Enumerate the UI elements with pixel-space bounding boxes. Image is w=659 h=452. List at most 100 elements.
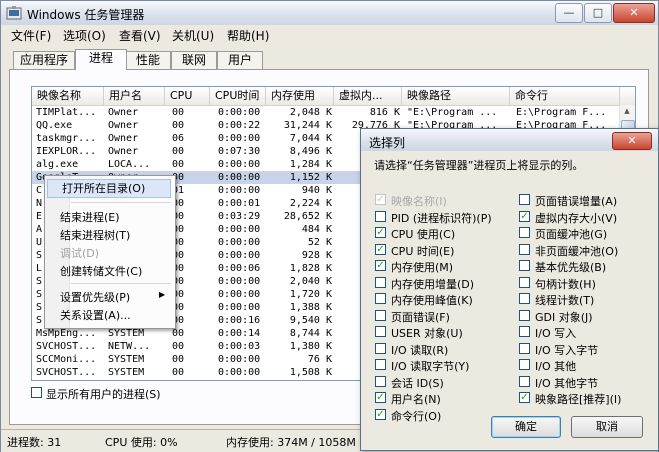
- table-cell: 2,040 K: [289, 276, 332, 287]
- table-row[interactable]: TIMPlat... Owner 00 0:00:00 2,048 K 816 K "E:\…: [32, 106, 622, 119]
- table-cell: alg.exe: [36, 159, 79, 170]
- table-cell: 31,244 K: [283, 120, 332, 131]
- column-command-line[interactable]: 命令行: [510, 87, 620, 105]
- process-list-header: 映像名称 用户名 CPU CPU时间 内存使用 虚拟内... 映像路径 命令行: [32, 87, 635, 106]
- checkbox[interactable]: [375, 342, 386, 354]
- table-cell: 0:00:00: [218, 302, 261, 313]
- menu-options[interactable]: 选项(O): [63, 27, 106, 44]
- checkbox[interactable]: [519, 293, 530, 304]
- checkbox[interactable]: [519, 194, 530, 205]
- table-cell: 7,044 K: [289, 133, 332, 144]
- menu-view[interactable]: 查看(V): [119, 27, 161, 44]
- column-option-label: 虚拟内存大小(V): [535, 211, 618, 225]
- checkbox[interactable]: [375, 359, 386, 370]
- table-cell: 00: [172, 120, 185, 131]
- table-cell: 00: [172, 146, 185, 157]
- table-cell: 8,744 K: [289, 328, 332, 339]
- checked-checkbox[interactable]: ✓: [519, 210, 530, 222]
- column-option-label: USER 对象(U): [391, 327, 463, 340]
- column-user-name[interactable]: 用户名: [104, 87, 165, 105]
- menu-help[interactable]: 帮助(H): [227, 27, 269, 44]
- checkbox[interactable]: [375, 276, 386, 288]
- column-option-label: CPU 使用(C): [391, 228, 456, 241]
- table-cell: 28,652 K: [283, 211, 332, 222]
- table-cell: 0:00:00: [218, 107, 261, 118]
- table-cell: 00: [172, 198, 185, 209]
- checkbox[interactable]: [519, 243, 530, 255]
- column-option-label: 映象路径[推荐](I): [535, 393, 622, 406]
- column-option-label: I/O 读取(R): [391, 343, 449, 357]
- menu-file[interactable]: 文件(F): [11, 27, 51, 44]
- menu-open-file-location[interactable]: 打开所在目录(O): [47, 179, 171, 198]
- tab-applications[interactable]: 应用程序: [13, 51, 75, 69]
- checkbox[interactable]: [375, 309, 386, 321]
- maximize-button[interactable]: □: [584, 3, 612, 23]
- table-cell: 01: [172, 185, 185, 196]
- checked-checkbox[interactable]: ✓: [375, 260, 386, 271]
- table-cell: 0:00:16: [218, 315, 261, 326]
- task-manager-icon: [6, 6, 22, 20]
- table-cell: 1,284 K: [289, 159, 332, 170]
- minimize-button[interactable]: —: [555, 3, 583, 23]
- column-option-label: 内存使用(M): [391, 261, 454, 274]
- show-all-users-checkbox[interactable]: [31, 387, 42, 398]
- table-cell: 00: [172, 107, 185, 118]
- menu-create-dump-file[interactable]: 创建转储文件(C): [60, 263, 142, 279]
- dialog-description: 请选择“任务管理器”进程页上将显示的列。: [374, 159, 584, 172]
- tab-networking[interactable]: 联网: [171, 51, 217, 69]
- menu-set-affinity[interactable]: 关系设置(A)...: [60, 307, 131, 323]
- checked-checkbox[interactable]: ✓: [375, 227, 386, 238]
- checked-checkbox[interactable]: ✓: [375, 392, 386, 403]
- column-virtual-memory[interactable]: 虚拟内...: [334, 87, 402, 105]
- table-cell: 0:00:00: [218, 367, 261, 378]
- checkbox[interactable]: [375, 326, 386, 337]
- column-image-path[interactable]: 映像路径: [402, 87, 510, 105]
- checkbox[interactable]: [519, 227, 530, 238]
- checkbox[interactable]: [375, 293, 386, 304]
- menu-bar: 文件(F) 选项(O) 查看(V) 关机(U) 帮助(H): [1, 25, 658, 45]
- checked-checkbox[interactable]: ✓: [375, 243, 386, 255]
- tab-processes[interactable]: 进程: [75, 49, 127, 70]
- checked-checkbox[interactable]: ✓: [519, 392, 530, 403]
- menu-end-process-tree[interactable]: 结束进程树(T): [60, 227, 130, 243]
- column-image-name[interactable]: 映像名称: [32, 87, 104, 105]
- table-cell: 0:00:00: [218, 224, 261, 235]
- column-option-label: 内存使用峰值(K): [391, 294, 473, 307]
- table-cell: LOCA...: [108, 159, 151, 170]
- checkbox[interactable]: [519, 375, 530, 387]
- table-cell: 0:00:00: [218, 237, 261, 248]
- table-cell: 00: [172, 159, 185, 170]
- scroll-up-icon[interactable]: ▲: [621, 105, 633, 118]
- menu-end-process[interactable]: 结束进程(E): [60, 209, 120, 225]
- tab-performance[interactable]: 性能: [125, 51, 171, 69]
- column-option-label: I/O 其他字节: [535, 376, 599, 390]
- checkbox[interactable]: [375, 375, 386, 387]
- table-cell: 1,508 K: [289, 367, 332, 378]
- checkbox[interactable]: [519, 326, 530, 337]
- table-cell: 00: [172, 341, 185, 352]
- column-mem-usage[interactable]: 内存使用: [266, 87, 334, 105]
- table-cell: Owner: [108, 107, 139, 118]
- column-cpu-time[interactable]: CPU时间: [210, 87, 266, 105]
- close-button[interactable]: ✕: [613, 3, 655, 23]
- table-cell: 00: [172, 276, 185, 287]
- table-cell: 816 K: [369, 107, 400, 118]
- menu-set-priority[interactable]: 设置优先级(P): [60, 289, 130, 305]
- menu-shutdown[interactable]: 关机(U): [172, 27, 214, 44]
- checkbox[interactable]: [519, 359, 530, 370]
- table-cell: SVCHOST...: [36, 341, 97, 352]
- checkbox[interactable]: [519, 309, 530, 321]
- checked-checkbox[interactable]: ✓: [375, 408, 386, 420]
- dialog-close-button[interactable]: ✕: [612, 132, 652, 150]
- table-cell: 1,380 K: [289, 341, 332, 352]
- ok-button[interactable]: 确定: [491, 416, 561, 438]
- checkbox[interactable]: [375, 210, 386, 222]
- tab-users[interactable]: 用户: [217, 51, 263, 69]
- cancel-button[interactable]: 取消: [571, 416, 643, 438]
- table-cell: E:\Program F...: [516, 107, 607, 118]
- checkbox[interactable]: [519, 342, 530, 354]
- column-cpu[interactable]: CPU: [165, 87, 210, 105]
- menu-separator: [71, 202, 171, 203]
- checkbox[interactable]: [519, 276, 530, 288]
- checkbox[interactable]: [519, 260, 530, 271]
